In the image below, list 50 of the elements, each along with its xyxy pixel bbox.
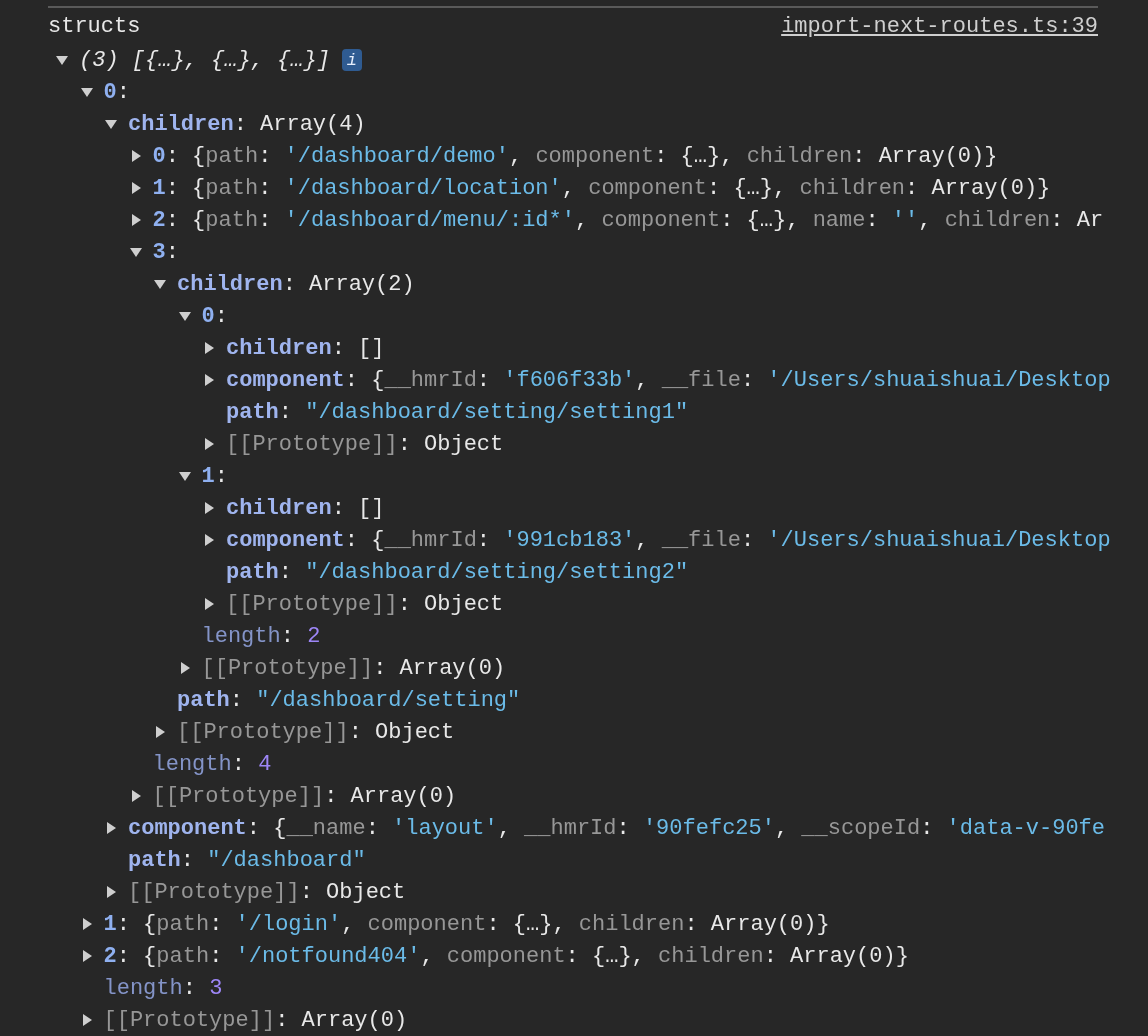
expand-arrow-icon[interactable] [202,373,216,387]
property-line: path: "/dashboard/setting/setting1" [226,399,689,425]
property-line: [[Prototype]]: Object [128,879,406,905]
property-line: children: [] [226,495,385,521]
property-line: component: {__name: 'layout', __hmrId: '90fefc25', __scopeId: 'data-v-90fe [128,815,1106,841]
property-line: 0: [103,79,130,105]
property-line: length: 2 [201,623,321,649]
log-label: structs [48,13,141,39]
property-line: [[Prototype]]: Array(0) [201,655,506,681]
expand-arrow-icon[interactable] [104,821,118,835]
expand-arrow-icon[interactable] [202,501,216,515]
property-line: children: [] [226,335,385,361]
expand-arrow-icon[interactable] [177,469,192,483]
property-line: component: {__hmrId: 'f606f33b', __file: '/Users/shuaishuai/Desktop [226,367,1111,393]
property-line: length: 3 [103,975,223,1001]
expand-arrow-icon[interactable] [202,341,216,355]
property-line: 1: {path: '/dashboard/location', component: {…}, children: Array(0)} [152,175,1051,201]
property-line: [[Prototype]]: Array(0) [152,783,457,809]
expand-arrow-icon[interactable] [202,597,216,611]
property-line: 3: [152,239,179,265]
expand-arrow-icon[interactable] [153,725,167,739]
property-line: 1: {path: '/login', component: {…}, children: Array(0)} [103,911,830,937]
property-line: length: 4 [152,751,272,777]
property-line: 0: [201,303,228,329]
expand-arrow-icon[interactable] [104,117,118,131]
property-line: 0: {path: '/dashboard/demo', component: {…}, children: Array(0)} [152,143,998,169]
property-line: path: "/dashboard/setting/setting2" [226,559,689,585]
info-badge: i [341,49,362,71]
property-line: [[Prototype]]: Object [177,719,455,745]
property-line: component: {__hmrId: '991cb183', __file: '/Users/shuaishuai/Desktop [226,527,1111,553]
expand-arrow-icon[interactable] [128,245,143,259]
property-line: [[Prototype]]: Object [226,591,504,617]
expand-arrow-icon[interactable] [177,309,192,323]
property-line: 1: [201,463,228,489]
property-line: path: "/dashboard" [128,847,366,873]
expand-arrow-icon[interactable] [202,437,216,451]
property-line: (3) [{…}, {…}, {…}] [79,47,330,73]
property-line: 2: {path: '/dashboard/menu/:id*', component: {…}, name: '', children: Ar [152,207,1104,233]
property-line: [[Prototype]]: Array(0) [103,1007,408,1033]
property-line: children: Array(4) [128,111,366,137]
property-line: 2: {path: '/notfound404', component: {…}, children: Array(0)} [103,943,909,969]
property-line: path: "/dashboard/setting" [177,687,521,713]
expand-arrow-icon[interactable] [153,277,167,291]
expand-arrow-icon[interactable] [202,533,216,547]
property-line: [[Prototype]]: Object [226,431,504,457]
property-line: children: Array(2) [177,271,415,297]
expand-arrow-icon[interactable] [79,85,94,99]
expand-arrow-icon[interactable] [104,885,118,899]
expand-arrow-icon[interactable] [55,53,69,67]
source-link[interactable]: import-next-routes.ts:39 [781,13,1098,39]
